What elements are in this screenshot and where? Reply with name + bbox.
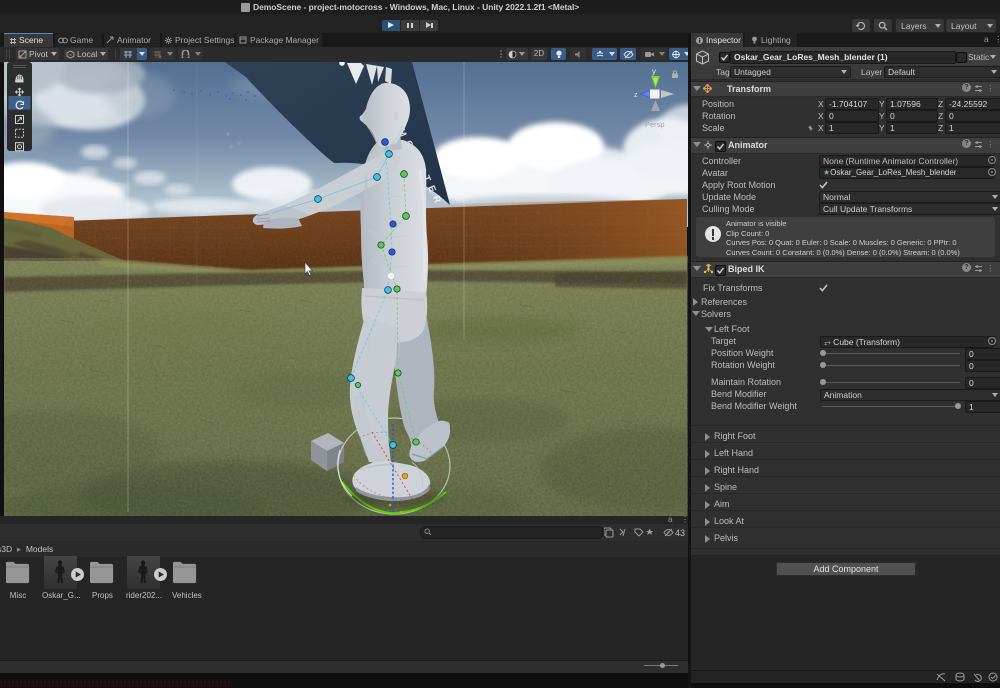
svg-text:Persp: Persp — [645, 120, 665, 129]
svg-text:43: 43 — [675, 528, 685, 538]
svg-text:z: z — [634, 92, 638, 99]
svg-text:y: y — [652, 67, 656, 76]
